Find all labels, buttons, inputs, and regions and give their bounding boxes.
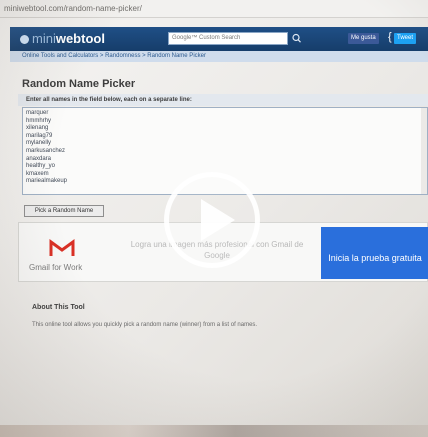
facebook-like-button[interactable]: Me gusta xyxy=(348,33,379,44)
about-text: This online tool allows you quickly pick… xyxy=(32,322,258,328)
breadcrumb[interactable]: Online Tools and Calculators > Randomnes… xyxy=(10,51,428,62)
screen-photo: miniwebtool.com/random-name-picker/ mini… xyxy=(0,0,428,437)
name-line: anaxdara xyxy=(26,155,52,162)
url-text: miniwebtool.com/random-name-picker/ xyxy=(4,4,142,13)
gmail-icon xyxy=(49,239,75,257)
search-icon[interactable] xyxy=(290,32,304,45)
logo-circle-icon xyxy=(20,35,29,44)
address-bar[interactable]: miniwebtool.com/random-name-picker/ xyxy=(0,0,428,18)
ad-brand-label: Gmail for Work xyxy=(29,263,83,272)
instructions-label: Enter all names in the field below, each… xyxy=(18,94,428,106)
name-line: healthy_yo xyxy=(26,163,56,170)
about-title: About This Tool xyxy=(32,304,85,311)
pick-random-name-button[interactable]: Pick a Random Name xyxy=(24,205,104,217)
name-line: mylanelly xyxy=(26,140,52,147)
textarea-scrollbar[interactable] xyxy=(421,108,427,194)
name-line: kmaxem xyxy=(26,170,49,177)
site-header: miniwebtool Google™ Custom Search Me gus… xyxy=(10,27,428,51)
name-line: mariealmakeup xyxy=(26,178,68,185)
name-line: xilenang xyxy=(26,125,49,132)
bottom-bezel xyxy=(0,425,428,437)
tweet-button[interactable]: Tweet xyxy=(394,33,417,44)
page-title: Random Name Picker xyxy=(22,78,136,90)
name-line: hmmhrhy xyxy=(26,117,52,124)
ad-cta-button[interactable]: Inicia la prueba gratuita xyxy=(321,227,428,279)
names-list: marquer hmmhrhy xilenang marilag79 mylan… xyxy=(26,110,67,186)
share-count-bracket-icon: { xyxy=(388,31,392,43)
site-search-input[interactable]: Google™ Custom Search xyxy=(168,32,288,45)
name-line: marquer xyxy=(26,110,49,116)
site-logo[interactable]: miniwebtool xyxy=(20,31,105,46)
video-play-button[interactable] xyxy=(164,172,260,268)
name-line: marilag79 xyxy=(26,132,53,139)
play-icon xyxy=(201,199,235,241)
name-line: markusanchez xyxy=(26,147,66,154)
